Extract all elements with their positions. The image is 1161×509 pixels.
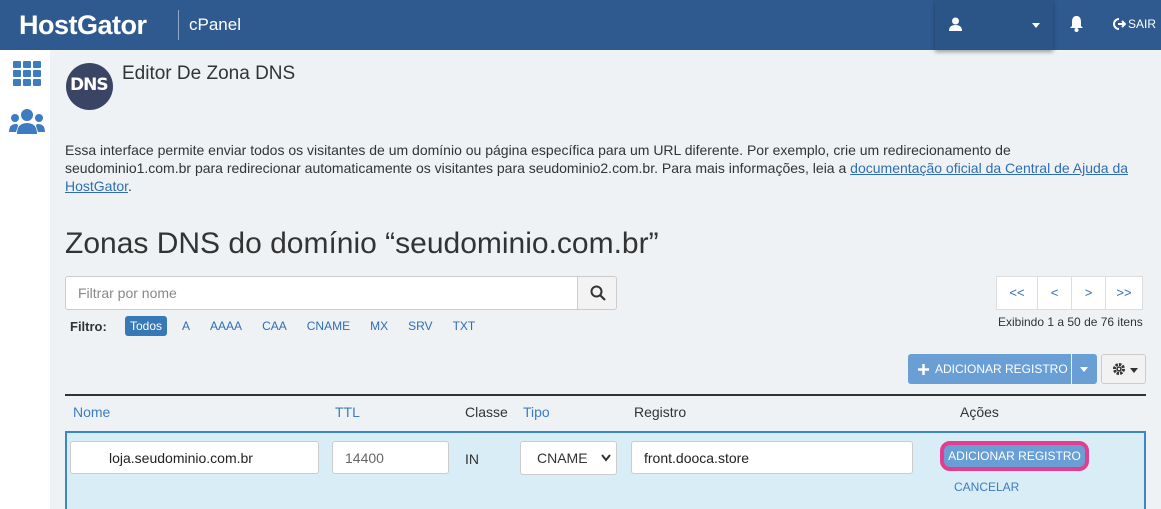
logout-label: SAIR xyxy=(1128,17,1157,31)
filter-todos[interactable]: Todos xyxy=(125,316,168,336)
search-input[interactable] xyxy=(65,276,578,310)
page-description: Essa interface permite enviar todos os v… xyxy=(65,141,1140,195)
chevron-down-icon xyxy=(601,454,611,462)
search-icon xyxy=(590,285,606,301)
row-cancel-button[interactable]: CANCELAR xyxy=(954,480,1019,494)
filter-list: Todos A AAAA CAA CNAME MX SRV TXT xyxy=(125,316,490,336)
pagination-info: Exibindo 1 a 50 de 76 itens xyxy=(998,315,1143,329)
pagination: << < > >> xyxy=(996,276,1143,310)
sidebar xyxy=(0,50,50,509)
plus-icon xyxy=(918,363,929,375)
type-select[interactable]: CNAME xyxy=(520,441,617,475)
add-record-dropdown-button[interactable] xyxy=(1072,354,1097,384)
page-prev-button[interactable]: < xyxy=(1037,276,1072,310)
description-end: . xyxy=(128,178,132,194)
filter-mx[interactable]: MX xyxy=(365,316,393,336)
col-header-record: Registro xyxy=(634,404,687,420)
col-header-class: Classe xyxy=(465,404,508,420)
page-next-button[interactable]: > xyxy=(1071,276,1106,310)
filter-cname[interactable]: CNAME xyxy=(302,316,355,336)
bell-icon[interactable] xyxy=(1069,15,1084,32)
filter-label: Filtro: xyxy=(70,319,107,334)
type-select-value: CNAME xyxy=(537,450,588,466)
user-icon xyxy=(949,17,962,31)
logout-icon xyxy=(1113,18,1126,30)
logout-button[interactable]: SAIR xyxy=(1113,17,1156,31)
dns-icon-text: DNS xyxy=(70,75,109,95)
filter-srv[interactable]: SRV xyxy=(403,316,437,336)
gear-icon xyxy=(1113,363,1125,375)
page-first-button[interactable]: << xyxy=(996,276,1038,310)
filter-a[interactable]: A xyxy=(177,316,195,336)
col-header-actions: Ações xyxy=(960,404,999,420)
record-value-field[interactable]: front.dooca.store xyxy=(631,441,913,474)
add-record-label: ADICIONAR REGISTRO xyxy=(935,362,1068,376)
filter-caa[interactable]: CAA xyxy=(257,316,292,336)
chevron-down-icon xyxy=(1032,23,1040,28)
class-value: IN xyxy=(465,451,479,467)
search-button[interactable] xyxy=(577,276,617,310)
page-title: Editor De Zona DNS xyxy=(122,63,296,84)
ttl-field[interactable]: 14400 xyxy=(332,441,449,474)
table-top-border xyxy=(65,394,1146,396)
user-menu-button[interactable] xyxy=(935,0,1053,50)
col-header-ttl[interactable]: TTL xyxy=(335,404,360,420)
filter-txt[interactable]: TXT xyxy=(448,316,481,336)
add-record-button[interactable]: ADICIONAR REGISTRO xyxy=(908,354,1071,384)
record-name-field[interactable]: loja.seudominio.com.br xyxy=(70,441,319,474)
zones-heading: Zonas DNS do domínio “seudominio.com.br” xyxy=(65,227,659,260)
chevron-down-icon xyxy=(1130,368,1138,373)
settings-button[interactable] xyxy=(1101,354,1146,384)
filter-aaaa[interactable]: AAAA xyxy=(205,316,247,336)
col-header-type[interactable]: Tipo xyxy=(523,404,550,420)
col-header-name[interactable]: Nome xyxy=(73,404,110,420)
row-add-record-button[interactable]: ADICIONAR REGISTRO xyxy=(940,441,1089,471)
cpanel-label[interactable]: cPanel xyxy=(189,15,241,35)
dns-editor-icon: DNS xyxy=(66,63,113,110)
top-navbar: HostGator cPanel SAIR xyxy=(0,0,1161,50)
hostgator-logo[interactable]: HostGator xyxy=(19,10,147,41)
page-last-button[interactable]: >> xyxy=(1105,276,1143,310)
grid-apps-icon[interactable] xyxy=(13,61,42,87)
logo-divider xyxy=(178,10,179,40)
users-icon[interactable] xyxy=(9,108,45,134)
